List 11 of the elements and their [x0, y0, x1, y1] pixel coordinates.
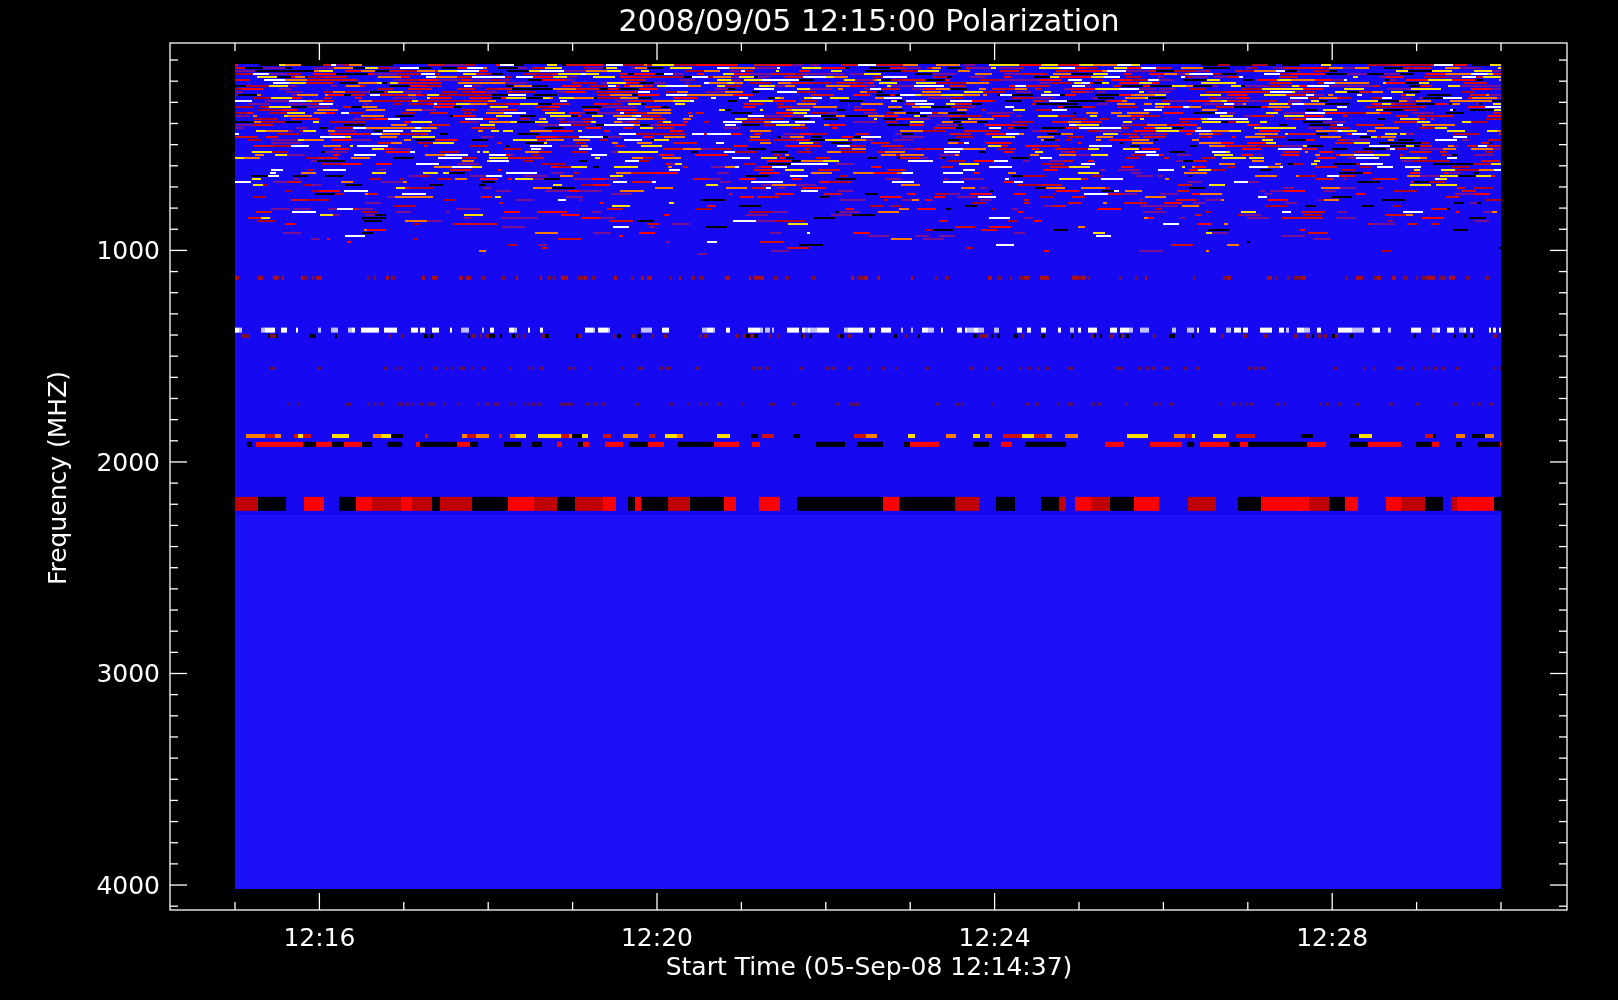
y-tick-label: 3000: [96, 659, 160, 689]
y-tick-label: 4000: [96, 871, 160, 901]
x-tick-label: 12:24: [958, 923, 1031, 952]
y-tick-label: 2000: [96, 447, 160, 477]
y-tick-label: 1000: [96, 236, 160, 266]
x-tick-label: 12:20: [621, 923, 693, 952]
x-tick-label: 12:16: [283, 923, 356, 952]
x-tick-label: 12:28: [1296, 923, 1369, 952]
chart-title: 2008/09/05 12:15:00 Polarization: [618, 3, 1120, 38]
y-axis-label: Frequency (MHZ): [43, 370, 72, 586]
x-axis-label: Start Time (05-Sep-08 12:14:37): [665, 952, 1073, 981]
